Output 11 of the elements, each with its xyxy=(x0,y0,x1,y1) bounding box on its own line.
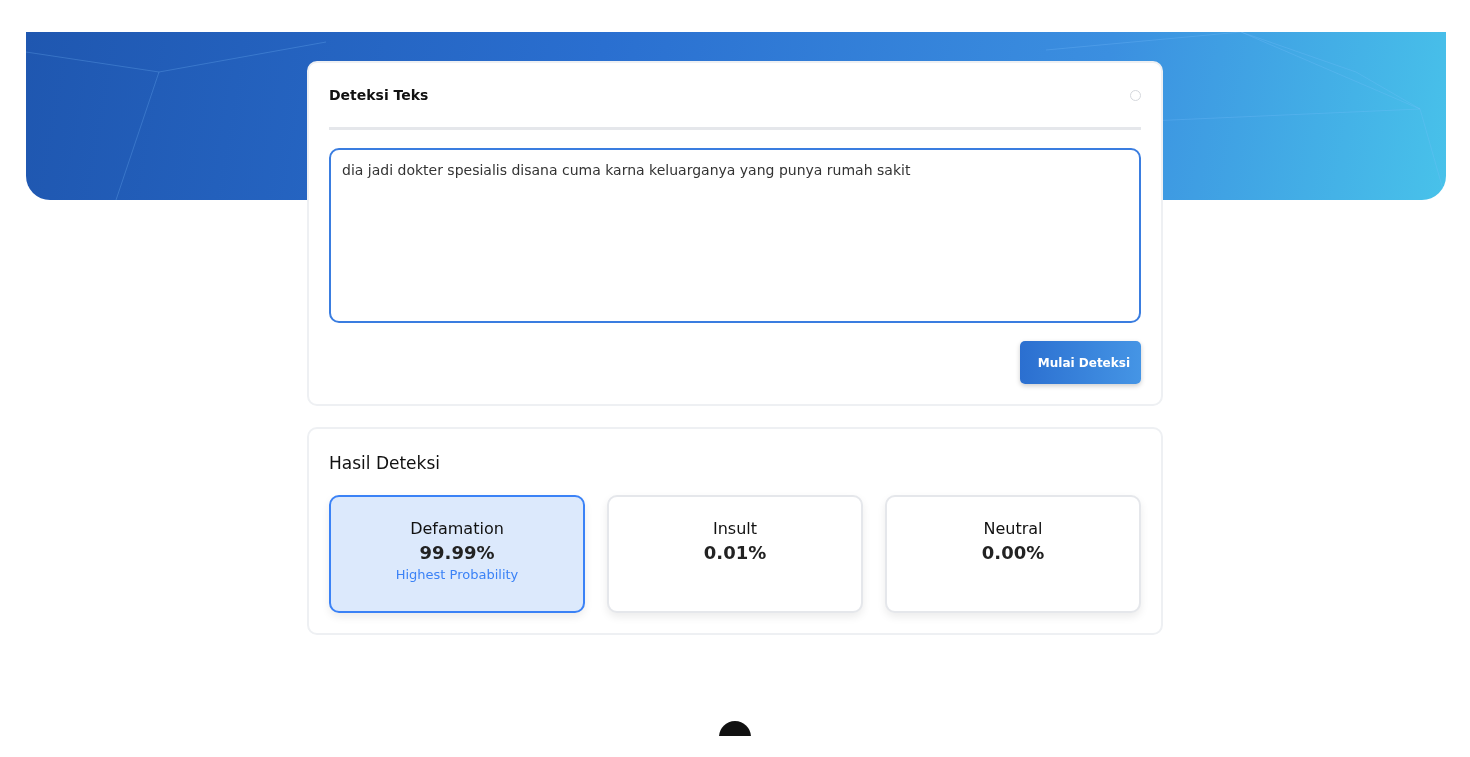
card-title: Deteksi Teks xyxy=(329,87,429,103)
results-title: Hasil Deteksi xyxy=(329,452,441,475)
result-label: Neutral xyxy=(983,519,1043,538)
detect-button[interactable]: Mulai Deteksi xyxy=(1019,341,1141,384)
result-value: 0.01% xyxy=(703,542,767,563)
result-note: Highest Probability xyxy=(395,567,519,582)
result-value: 0.00% xyxy=(981,542,1045,563)
result-label: Insult xyxy=(712,519,758,538)
result-value: 99.99% xyxy=(419,542,495,563)
result-label: Defamation xyxy=(410,519,504,538)
text-input-field[interactable]: dia jadi dokter spesialis disana cuma karna keluarganya yang punya rumah sakit xyxy=(329,148,1141,323)
